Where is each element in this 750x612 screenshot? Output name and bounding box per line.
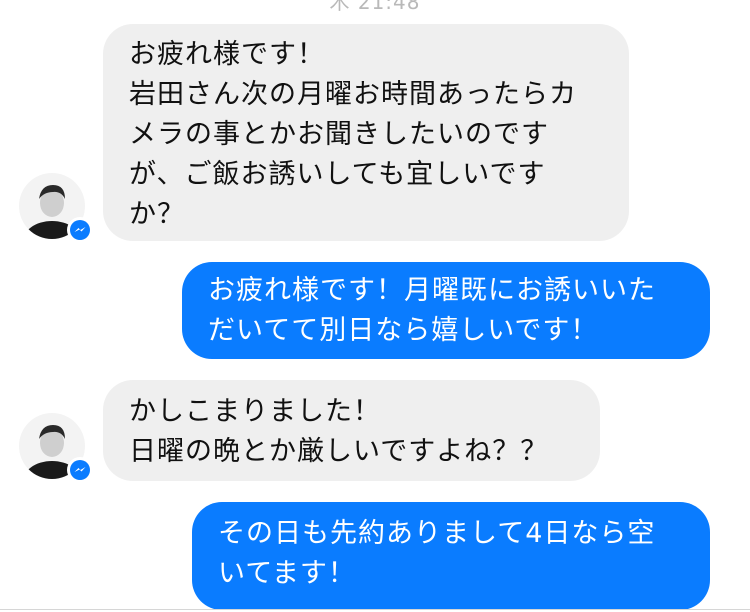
messenger-icon (70, 460, 90, 480)
message-bubble-incoming[interactable]: お疲れ様です！ 岩田さん次の月曜お時間あったらカ メラの事とかお聞きしたいのです… (103, 24, 629, 241)
divider (0, 609, 750, 610)
sender-avatar[interactable] (19, 173, 93, 243)
message-bubble-incoming[interactable]: かしこまりました！ 日曜の晩とか厳しいですよね？？ (103, 380, 600, 481)
messenger-icon (70, 220, 90, 240)
chat-screen: 木 21:48 お疲れ様です！ 岩田さん次の月曜お時間あったらカ メラの事とかお… (0, 0, 750, 612)
messenger-badge (67, 217, 93, 243)
message-bubble-outgoing[interactable]: その日も先約ありまして4日なら空 いてます！ (192, 502, 710, 610)
sender-avatar[interactable] (19, 413, 93, 483)
message-timestamp: 木 21:48 (329, 0, 421, 14)
message-bubble-outgoing[interactable]: お疲れ様です！月曜既にお誘いいた だいてて別日なら嬉しいです！ (182, 262, 710, 359)
messenger-badge (67, 457, 93, 483)
